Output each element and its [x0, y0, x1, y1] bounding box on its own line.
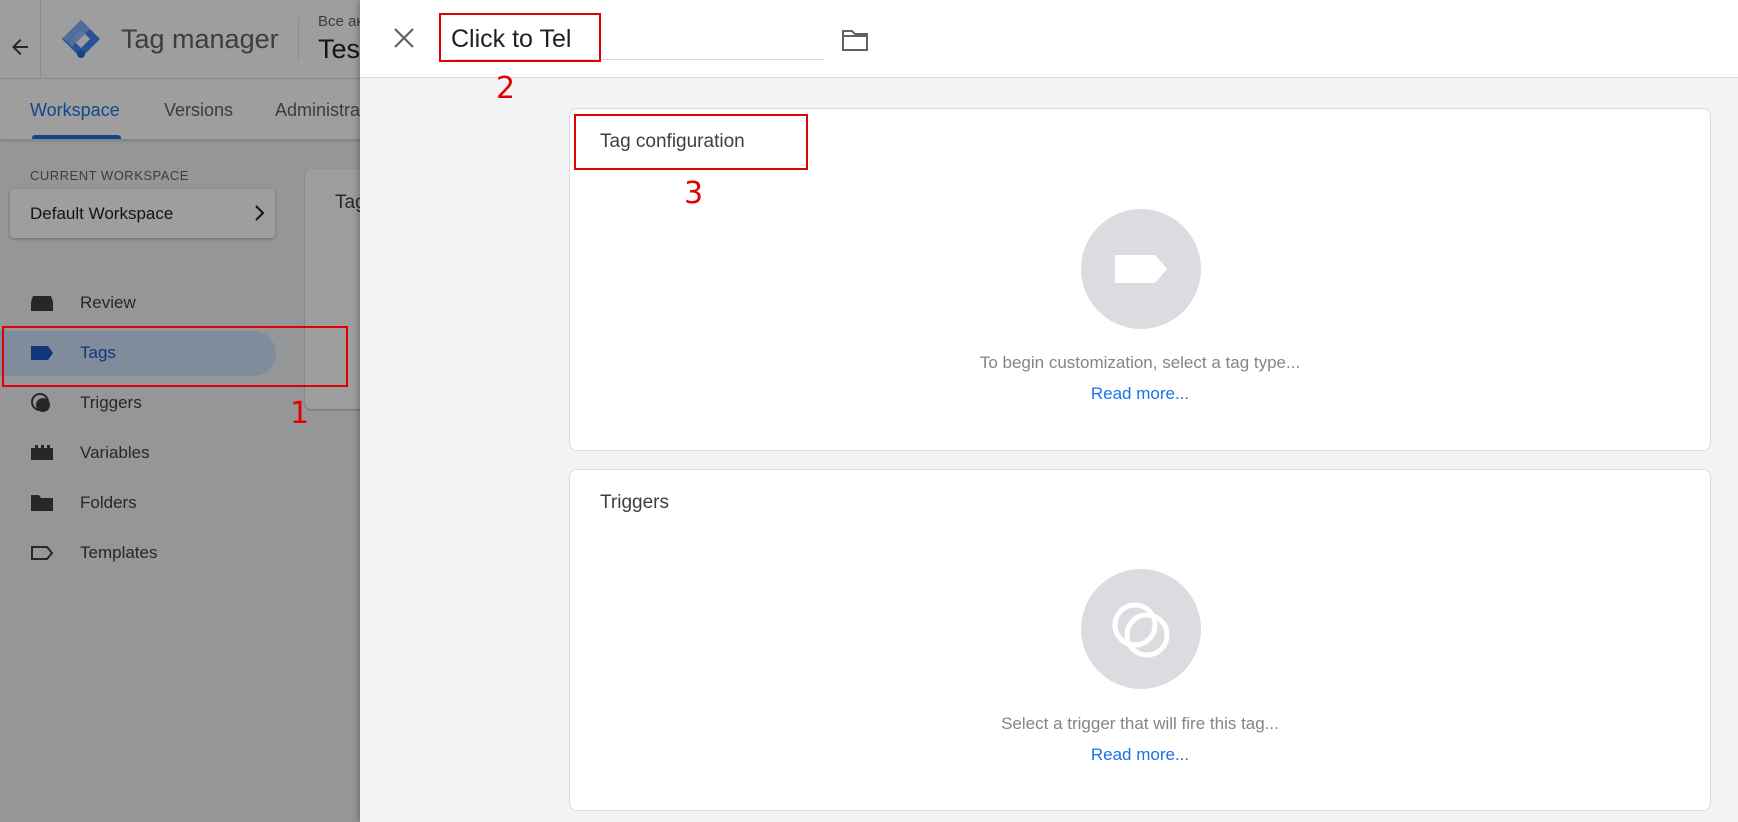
- tag-icon: [1115, 255, 1167, 283]
- trigger-placeholder[interactable]: [1081, 569, 1201, 689]
- tag-type-hint: To begin customization, select a tag typ…: [979, 353, 1301, 372]
- annotation-number-3: 3: [684, 176, 704, 211]
- annotation-number-2: 2: [496, 71, 516, 106]
- folder-icon[interactable]: [841, 27, 869, 53]
- triggers-read-more-link[interactable]: Read more...: [570, 745, 1710, 765]
- trigger-icon: [1112, 602, 1170, 658]
- annotation-box-2: [439, 13, 601, 62]
- annotation-box-1: [2, 326, 348, 387]
- annotation-box-3: [574, 114, 808, 170]
- close-icon[interactable]: [391, 25, 417, 51]
- trigger-hint: Select a trigger that will fire this tag…: [1001, 714, 1279, 733]
- tag-config-read-more-link[interactable]: Read more...: [570, 384, 1710, 404]
- tag-type-placeholder[interactable]: [1081, 209, 1201, 329]
- tag-editor-panel: Tag configuration To begin customization…: [360, 0, 1738, 822]
- triggers-title: Triggers: [600, 492, 669, 513]
- annotation-number-1: 1: [290, 396, 310, 431]
- triggers-card[interactable]: Triggers Select a trigger that will fire…: [569, 469, 1711, 811]
